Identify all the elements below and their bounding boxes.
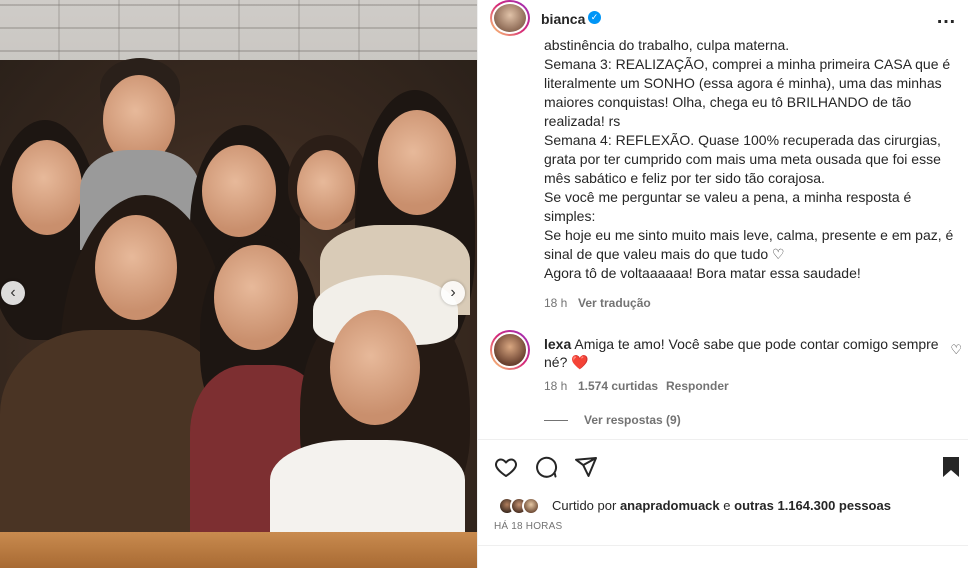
caption-line: abstinência do trabalho, culpa materna. [544, 37, 790, 53]
commenter-username[interactable]: lexa [544, 336, 571, 352]
reply-button[interactable]: Responder [666, 379, 729, 393]
see-translation-link[interactable]: Ver tradução [578, 296, 651, 310]
liked-by-others[interactable]: outras 1.164.300 pessoas [734, 498, 891, 513]
caption-line: Se hoje eu me sinto muito mais leve, cal… [544, 227, 954, 262]
save-button[interactable] [940, 455, 962, 484]
caption-line: Semana 3: REALIZAÇÃO, comprei a minha pr… [544, 56, 951, 129]
liked-by-and: e [723, 498, 731, 513]
caption-line: Agora tô de voltaaaaaa! Bora matar essa … [544, 265, 861, 281]
person-face [378, 110, 456, 215]
liker-avatar[interactable] [522, 497, 540, 515]
avatar-image [492, 332, 528, 368]
person-face [297, 150, 355, 230]
post-panel: bianca ✓ … abstinência do trabalho, culp… [477, 0, 968, 568]
verified-badge-icon: ✓ [588, 11, 601, 24]
bookmark-icon [943, 457, 959, 477]
share-icon [575, 457, 597, 477]
author-avatar[interactable] [490, 0, 530, 36]
person-face [214, 245, 298, 350]
person-face [330, 310, 420, 425]
post-photo[interactable]: ‹ › [0, 0, 477, 568]
comment-icon [536, 456, 558, 478]
person-face [12, 140, 82, 235]
view-replies-label: Ver respostas (9) [584, 413, 681, 427]
caption-time[interactable]: 18 h [544, 296, 567, 310]
post-header: bianca ✓ … [478, 0, 968, 38]
comment-body: lexa Amiga te amo! Você sabe que pode co… [544, 335, 944, 371]
share-button[interactable] [574, 455, 598, 484]
post-caption: abstinência do trabalho, culpa materna. … [544, 36, 954, 283]
commenter-avatar[interactable] [490, 330, 530, 370]
view-replies-button[interactable]: Ver respostas (9) [544, 413, 681, 427]
liked-by-prefix: Curtido por [552, 498, 617, 513]
person-shirt [270, 440, 465, 540]
caption-line: Se você me perguntar se valeu a pena, a … [544, 189, 912, 224]
avatar-image [492, 2, 528, 34]
person-face [95, 215, 177, 320]
chevron-left-icon: ‹ [10, 284, 16, 301]
more-options-icon[interactable]: … [936, 6, 957, 29]
comment-likes[interactable]: 1.574 curtidas [578, 379, 658, 393]
post-time-ago[interactable]: HÁ 18 HORAS [494, 521, 562, 532]
author-username[interactable]: bianca [541, 11, 585, 27]
heart-icon [495, 458, 517, 477]
caption-line: Semana 4: REFLEXÃO. Quase 100% recuperad… [544, 132, 941, 186]
carousel-next-button[interactable]: › [441, 281, 465, 305]
comment-like-heart-icon[interactable]: ♡ [950, 342, 962, 358]
chevron-right-icon: › [450, 284, 456, 301]
photo-table [0, 532, 477, 568]
comment-time[interactable]: 18 h [544, 379, 567, 393]
liked-by-user[interactable]: anapradomuack [620, 498, 720, 513]
comment-text: Amiga te amo! Você sabe que pode contar … [544, 336, 939, 370]
carousel-prev-button[interactable]: ‹ [1, 281, 25, 305]
like-button[interactable] [494, 455, 518, 484]
comment-button[interactable] [534, 455, 558, 484]
add-comment-bar[interactable] [478, 545, 968, 568]
person-face [202, 145, 276, 237]
divider-line [544, 420, 568, 422]
liked-by-summary: Curtido por anapradomuack e outras 1.164… [552, 498, 891, 513]
